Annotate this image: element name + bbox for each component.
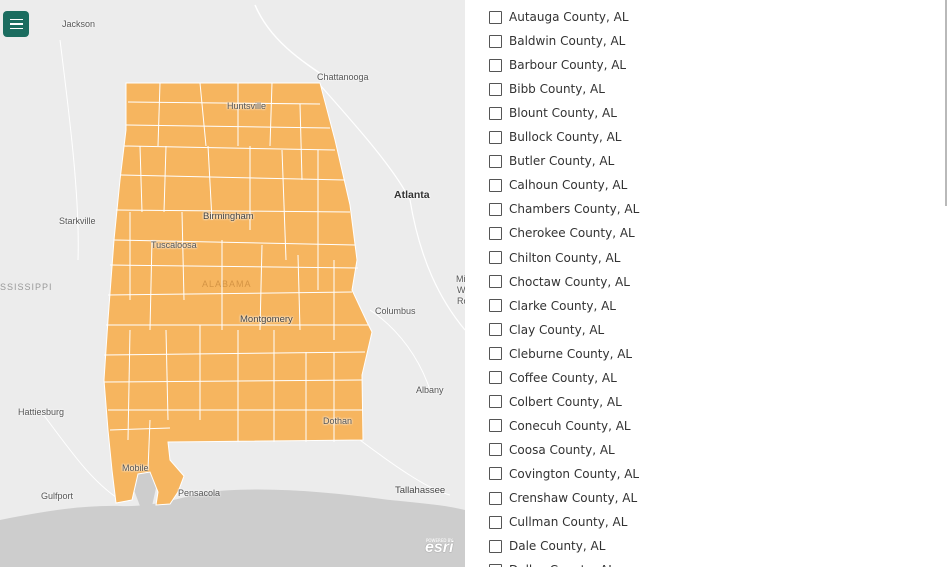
county-checkbox[interactable]: [489, 371, 502, 385]
county-label: Barbour County, AL: [509, 58, 627, 73]
state-label: ALABAMA: [202, 279, 252, 289]
county-list-item[interactable]: Cleburne County, AL: [489, 345, 632, 363]
county-checkbox[interactable]: [489, 251, 502, 264]
county-list-item[interactable]: Blount County, AL: [489, 104, 617, 122]
state-label: SSISSIPPI: [0, 282, 53, 292]
county-label: Baldwin County, AL: [509, 34, 626, 49]
city-label: Tuscaloosa: [151, 240, 197, 250]
city-label: Tallahassee: [395, 485, 446, 496]
city-label: Dothan: [323, 416, 353, 426]
county-label: Crenshaw County, AL: [509, 491, 638, 505]
county-checkbox[interactable]: [489, 58, 502, 72]
county-label: Coosa County, AL: [509, 442, 615, 457]
county-label: Cleburne County, AL: [509, 346, 633, 361]
county-label: Chambers County, AL: [509, 202, 640, 217]
county-checkbox[interactable]: [489, 226, 502, 240]
city-label: Atlanta: [394, 189, 430, 201]
county-label: Chilton County, AL: [509, 250, 621, 265]
city-label: Mobile: [122, 463, 149, 473]
gulf-water: [0, 489, 465, 567]
county-list-item[interactable]: Bibb County, AL: [489, 80, 605, 98]
county-list-item[interactable]: Cullman County, AL: [489, 513, 627, 531]
city-label: Huntsville: [227, 101, 267, 111]
county-checkbox[interactable]: [489, 467, 502, 481]
city-label: Montgomery: [240, 314, 293, 325]
city-label: Hattiesburg: [18, 407, 65, 417]
county-list-item[interactable]: Clarke County, AL: [489, 297, 616, 315]
county-checkbox[interactable]: [489, 443, 502, 457]
county-label: Choctaw County, AL: [509, 274, 630, 289]
county-list-item[interactable]: Coffee County, AL: [489, 369, 617, 387]
county-checkbox[interactable]: [489, 347, 502, 361]
county-label: Conecuh County, AL: [509, 418, 631, 433]
city-label: Ro: [457, 296, 465, 306]
county-label: Autauga County, AL: [509, 10, 629, 24]
county-list-item[interactable]: Autauga County, AL: [489, 8, 629, 26]
county-checkbox[interactable]: [489, 130, 502, 144]
menu-button[interactable]: [3, 11, 29, 37]
city-label: Pensacola: [178, 488, 221, 498]
hamburger-icon: [9, 18, 23, 21]
city-label: Albany: [416, 385, 444, 395]
county-label: Dale County, AL: [509, 539, 606, 554]
county-list-item[interactable]: Calhoun County, AL: [489, 176, 627, 194]
county-checkbox[interactable]: [489, 34, 502, 48]
county-checkbox[interactable]: [489, 82, 502, 96]
county-label: Cullman County, AL: [509, 515, 628, 530]
county-checkbox[interactable]: [489, 323, 502, 337]
city-label: Wa: [457, 285, 465, 295]
county-checkbox[interactable]: [489, 539, 502, 553]
county-checkbox[interactable]: [489, 491, 502, 505]
county-list-item[interactable]: Coosa County, AL: [489, 441, 615, 459]
county-label: Colbert County, AL: [509, 394, 622, 409]
county-list-item[interactable]: Bullock County, AL: [489, 128, 621, 146]
county-label: Cherokee County, AL: [509, 226, 635, 241]
county-label: Clarke County, AL: [509, 298, 616, 313]
county-checkbox[interactable]: [489, 419, 502, 433]
county-label: Bibb County, AL: [509, 82, 605, 97]
county-checkbox[interactable]: [489, 275, 502, 289]
county-list-item[interactable]: Chambers County, AL: [489, 200, 639, 218]
county-list-item[interactable]: Covington County, AL: [489, 465, 639, 483]
county-list[interactable]: Autauga County, AL Baldwin County, AL Barb…: [465, 0, 947, 567]
county-list-item[interactable]: Cherokee County, AL: [489, 224, 635, 242]
county-checkbox[interactable]: [489, 202, 502, 216]
county-list-item[interactable]: Choctaw County, AL: [489, 273, 630, 291]
county-list-item[interactable]: Butler County, AL: [489, 152, 614, 170]
map-view[interactable]: Jackson Chattanooga Huntsville Atlanta S…: [0, 0, 465, 567]
county-list-item[interactable]: Dallas County, AL: [489, 561, 615, 567]
county-label: Covington County, AL: [509, 466, 640, 481]
city-label: Starkville: [59, 216, 96, 226]
county-list-item[interactable]: Colbert County, AL: [489, 393, 622, 411]
county-label: Butler County, AL: [509, 154, 615, 169]
county-label: Calhoun County, AL: [509, 178, 628, 193]
county-list-item[interactable]: Barbour County, AL: [489, 56, 626, 74]
county-label: Blount County, AL: [509, 106, 617, 121]
county-checkbox[interactable]: [489, 154, 502, 168]
county-list-item[interactable]: Conecuh County, AL: [489, 417, 631, 435]
county-list-item[interactable]: Crenshaw County, AL: [489, 489, 637, 507]
county-list-item[interactable]: Dale County, AL: [489, 537, 605, 555]
county-checkbox[interactable]: [489, 299, 502, 313]
county-checkbox[interactable]: [489, 10, 502, 24]
county-checkbox[interactable]: [489, 106, 502, 120]
esri-logo[interactable]: esri: [425, 539, 453, 557]
city-label: Columbus: [375, 306, 416, 316]
county-label: Bullock County, AL: [509, 130, 622, 145]
county-list-item[interactable]: Chilton County, AL: [489, 249, 620, 267]
county-label: Coffee County, AL: [509, 370, 617, 385]
county-checkbox[interactable]: [489, 515, 502, 529]
county-checkbox[interactable]: [489, 395, 502, 409]
county-label: Clay County, AL: [509, 322, 605, 337]
county-checkbox[interactable]: [489, 563, 502, 567]
city-label: Gulfport: [41, 491, 74, 501]
county-list-item[interactable]: Baldwin County, AL: [489, 32, 625, 50]
city-label: Chattanooga: [317, 72, 369, 82]
city-label: Birmingham: [203, 211, 254, 222]
city-label: Jackson: [62, 19, 96, 29]
county-checkbox[interactable]: [489, 178, 502, 192]
county-label: Dallas County, AL: [509, 563, 615, 567]
county-list-item[interactable]: Clay County, AL: [489, 321, 604, 339]
city-label: Mi: [456, 274, 465, 284]
